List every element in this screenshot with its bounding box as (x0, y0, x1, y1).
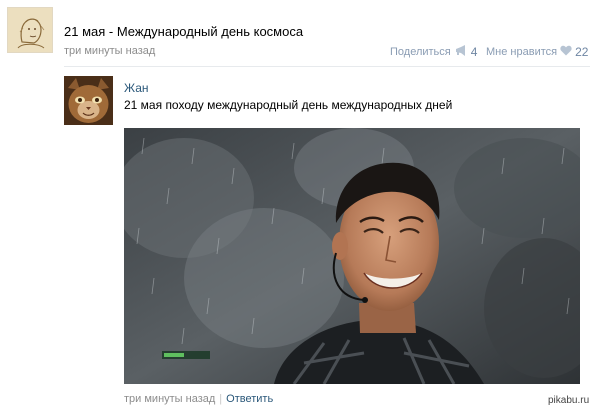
footer-separator: | (219, 393, 223, 405)
gagarin-sketch-image (8, 8, 52, 52)
comment-photo[interactable] (124, 128, 580, 384)
share-count: 4 (470, 45, 478, 59)
post-divider (64, 66, 590, 67)
post-timestamp[interactable]: три минуты назад (64, 45, 155, 57)
post-title: 21 мая - Международный день космоса (64, 24, 304, 39)
watermark: pikabu.ru (548, 395, 590, 406)
comment-timestamp[interactable]: три минуты назад (124, 393, 215, 405)
like-count: 22 (575, 45, 589, 59)
like-button[interactable]: Мне нравится 22 (486, 45, 588, 59)
comment-avatar[interactable] (64, 76, 113, 125)
reply-button[interactable]: Ответить (226, 393, 273, 405)
share-button[interactable]: Поделиться 4 (390, 45, 477, 59)
heart-icon (560, 45, 572, 59)
megaphone-icon (454, 45, 468, 59)
like-label: Мне нравится (486, 46, 558, 58)
comment-text: 21 мая походу международный день междуна… (124, 98, 453, 112)
cat-avatar-image (64, 76, 113, 125)
vk-post: 21 мая - Международный день космоса три … (0, 0, 600, 412)
comment-author-link[interactable]: Жан (124, 81, 149, 95)
post-avatar[interactable] (7, 7, 53, 53)
referee-in-rain-image (124, 128, 580, 384)
share-label: Поделиться (390, 46, 451, 58)
comment-footer: три минуты назад | Ответить (124, 393, 273, 405)
